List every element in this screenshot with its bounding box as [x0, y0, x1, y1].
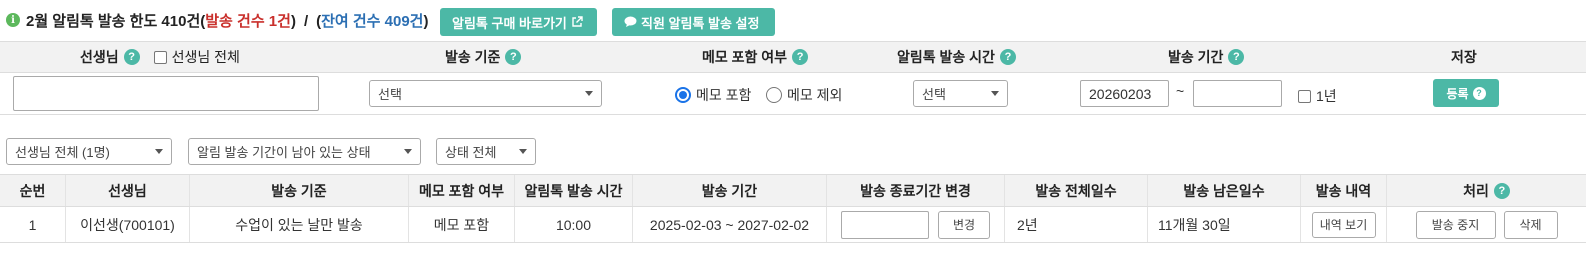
col-header-time: 알림톡 발송 시간	[515, 175, 633, 206]
memo-include-radio[interactable]: 메모 포함	[675, 85, 751, 105]
period-start-input[interactable]: 20260203	[1080, 80, 1169, 107]
external-link-icon	[572, 16, 583, 27]
quota-close-paren: )	[290, 12, 296, 30]
filter-header-row: 선생님 ? 선생님 전체 발송 기준 ? 메모 포함 여부 ? 알림톡 발송 시…	[0, 41, 1586, 73]
memo-include-label: 메모 포함	[696, 87, 752, 103]
chevron-down-icon	[585, 91, 593, 96]
quota-slash: /	[303, 12, 309, 30]
time-select[interactable]: 선택	[913, 80, 1008, 107]
quota-sent: 발송 건수 1건	[205, 12, 291, 30]
period-state-filter-select[interactable]: 알림 발송 기간이 남아 있는 상태	[188, 138, 421, 165]
register-label: 등록	[1446, 86, 1469, 101]
quota-prefix: 2월 알림톡 발송 한도 410건(	[26, 12, 206, 30]
staff-alimtalk-settings-button[interactable]: 직원 알림톡 발송 설정	[612, 8, 775, 36]
teacher-filter-select[interactable]: 선생님 전체 (1명)	[6, 138, 172, 165]
time-select-value: 선택	[922, 87, 946, 102]
filter-input-row: 선택 메모 포함 메모 제외 선택 20260203 ~ 1년 등록 ?	[0, 73, 1586, 115]
col-header-memo: 메모 포함 여부	[409, 175, 515, 206]
chevron-down-icon	[519, 149, 527, 154]
criteria-header-label: 발송 기준	[445, 49, 501, 65]
memo-header-label: 메모 포함 여부	[702, 49, 788, 65]
cell-history: 내역 보기	[1301, 207, 1387, 242]
col-header-teacher: 선생님	[66, 175, 190, 206]
cell-no: 1	[0, 207, 66, 242]
teacher-header: 선생님 ? 선생님 전체	[80, 42, 240, 72]
chevron-down-icon	[155, 149, 163, 154]
staff-alimtalk-settings-label: 직원 알림톡 발송 설정	[641, 15, 760, 31]
col-header-action: 처리 ?	[1387, 175, 1586, 206]
buy-alimtalk-label: 알림톡 구매 바로가기	[452, 15, 567, 31]
cell-period: 2025-02-03 ~ 2027-02-02	[633, 207, 827, 242]
memo-header: 메모 포함 여부 ?	[702, 42, 809, 72]
memo-exclude-radio[interactable]: 메모 제외	[766, 85, 842, 105]
col-header-criteria: 발송 기준	[190, 175, 409, 206]
criteria-select-value: 선택	[378, 87, 402, 102]
memo-exclude-label: 메모 제외	[787, 87, 843, 103]
end-date-input[interactable]	[841, 210, 929, 239]
criteria-select[interactable]: 선택	[369, 80, 602, 107]
question-icon[interactable]: ?	[1493, 182, 1510, 199]
quota-bar: i 2월 알림톡 발송 한도 410건(발송 건수 1건) / (잔여 건수 409…	[0, 0, 1586, 40]
question-icon[interactable]: ?	[792, 49, 809, 65]
question-icon[interactable]: ?	[1228, 49, 1245, 65]
cell-criteria: 수업이 있는 날만 발송	[190, 207, 409, 242]
register-button[interactable]: 등록 ?	[1433, 79, 1499, 107]
quota-remain: 잔여 건수 409건	[321, 12, 424, 30]
col-header-remain-days: 발송 남은일수	[1148, 175, 1301, 206]
checkbox-box[interactable]	[1298, 89, 1311, 103]
question-icon[interactable]: ?	[123, 49, 140, 65]
col-header-history: 발송 내역	[1301, 175, 1387, 206]
period-end-input[interactable]	[1193, 80, 1282, 107]
col-header-no: 순번	[0, 175, 66, 206]
status-filter-select[interactable]: 상태 전체	[436, 138, 536, 165]
period-header-label: 발송 기간	[1168, 49, 1224, 65]
table-row: 1 이선생(700101) 수업이 있는 날만 발송 메모 포함 10:00 2…	[0, 207, 1586, 243]
cell-end-change: 변경	[827, 207, 1005, 242]
cell-time: 10:00	[515, 207, 633, 242]
buy-alimtalk-button[interactable]: 알림톡 구매 바로가기	[440, 8, 597, 36]
col-header-end-change: 발송 종료기간 변경	[827, 175, 1005, 206]
save-header: 저장	[1451, 42, 1477, 72]
time-header: 알림톡 발송 시간 ?	[897, 42, 1016, 72]
cell-remain-days: 11개월 30일	[1148, 207, 1301, 242]
cell-total-days: 2년	[1005, 207, 1148, 242]
change-button[interactable]: 변경	[938, 210, 990, 239]
info-icon: i	[6, 13, 20, 27]
teacher-header-label: 선생님	[80, 49, 119, 65]
radio-unselected-icon[interactable]	[766, 87, 782, 103]
quota-text: 2월 알림톡 발송 한도 410건(발송 건수 1건) / (잔여 건수 409건)	[26, 10, 428, 31]
save-header-label: 저장	[1451, 49, 1477, 65]
table-header: 순번 선생님 발송 기준 메모 포함 여부 알림톡 발송 시간 발송 기간 발송…	[0, 174, 1586, 207]
question-icon[interactable]: ?	[999, 49, 1016, 65]
question-icon: ?	[1472, 86, 1486, 100]
checkbox-box[interactable]	[153, 50, 167, 64]
col-header-period: 발송 기간	[633, 175, 827, 206]
chat-bubble-icon	[624, 16, 637, 27]
cell-action: 발송 중지 삭제	[1387, 207, 1586, 242]
radio-selected-icon[interactable]	[675, 87, 691, 103]
one-year-checkbox[interactable]: 1년	[1298, 86, 1337, 106]
one-year-label: 1년	[1316, 88, 1337, 104]
period-state-filter-value: 알림 발송 기간이 남아 있는 상태	[197, 145, 371, 160]
period-tilde: ~	[1176, 83, 1185, 99]
teacher-all-checkbox[interactable]: 선생님 전체	[153, 47, 240, 67]
status-filter-value: 상태 전체	[445, 145, 497, 160]
cell-memo: 메모 포함	[409, 207, 515, 242]
time-header-label: 알림톡 발송 시간	[897, 49, 995, 65]
teacher-all-label: 선생님 전체	[171, 49, 240, 65]
chevron-down-icon	[404, 149, 412, 154]
teacher-filter-value: 선생님 전체 (1명)	[15, 145, 110, 160]
stop-sending-button[interactable]: 발송 중지	[1415, 210, 1496, 239]
col-header-total-days: 발송 전체일수	[1005, 175, 1148, 206]
cell-teacher: 이선생(700101)	[66, 207, 190, 242]
view-history-button[interactable]: 내역 보기	[1311, 211, 1376, 238]
col-header-action-label: 처리	[1463, 182, 1489, 199]
period-header: 발송 기간 ?	[1168, 42, 1245, 72]
chevron-down-icon	[991, 91, 999, 96]
question-icon[interactable]: ?	[505, 49, 522, 65]
delete-button[interactable]: 삭제	[1503, 210, 1558, 239]
criteria-header: 발송 기준 ?	[445, 42, 522, 72]
quota-suffix: )	[423, 12, 429, 30]
teacher-search-input[interactable]	[13, 76, 319, 111]
